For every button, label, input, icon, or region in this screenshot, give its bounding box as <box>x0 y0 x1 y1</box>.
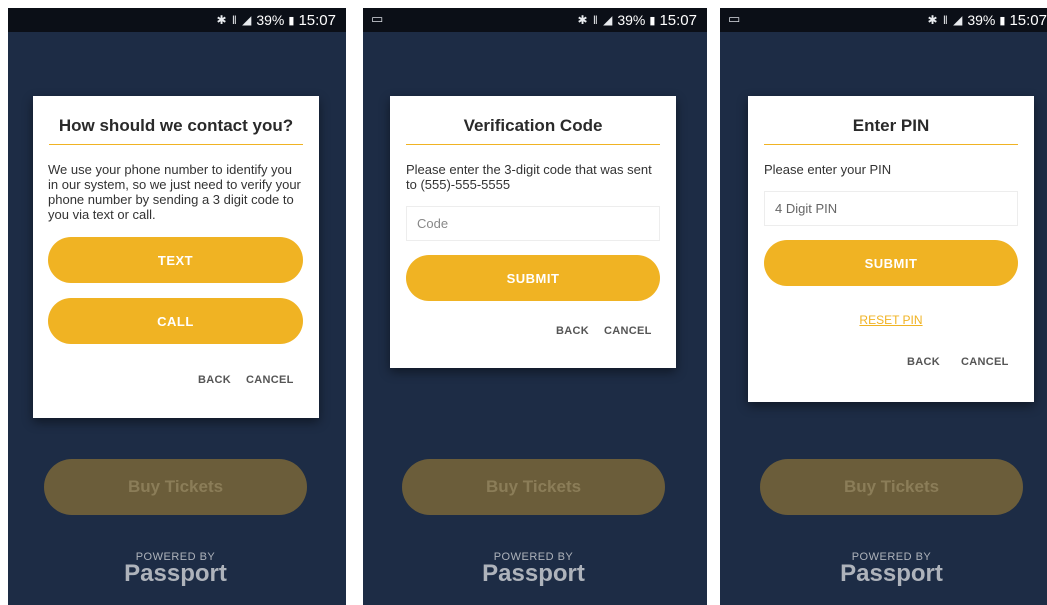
powered-by-logo: POWERED BY Passport <box>98 551 253 587</box>
status-icons: ✱ ‖ ◢ <box>927 13 964 27</box>
submit-button[interactable]: SUBMIT <box>764 240 1018 286</box>
phone-screen-contact: ✱ ‖ ◢ 39% ▮ 15:07 How should we contact … <box>8 8 346 605</box>
back-button[interactable]: BACK <box>556 325 589 337</box>
status-icons: ✱ ‖ ◢ <box>216 13 253 27</box>
dialog-title: Verification Code <box>463 116 603 135</box>
cancel-button[interactable]: CANCEL <box>246 374 294 386</box>
battery-icon: ▮ <box>999 14 1006 27</box>
cancel-button[interactable]: CANCEL <box>604 325 652 337</box>
status-time: 15:07 <box>298 11 336 29</box>
dialog-body-text: Please enter your PIN <box>764 162 892 177</box>
passport-brand: Passport <box>840 560 943 587</box>
title-divider <box>49 144 303 145</box>
buy-tickets-button[interactable]: Buy Tickets <box>760 459 1023 515</box>
dialog-title: Enter PIN <box>852 116 930 135</box>
call-button[interactable]: CALL <box>48 298 303 344</box>
title-divider <box>764 144 1018 145</box>
dialog-body-text: We use your phone number to identify you… <box>48 162 301 222</box>
back-button[interactable]: BACK <box>907 356 940 368</box>
contact-dialog: How should we contact you? We use your p… <box>33 96 319 418</box>
status-icons: ✱ ‖ ◢ <box>577 13 614 27</box>
screenshot-stage: ✱ ‖ ◢ 39% ▮ 15:07 How should we contact … <box>0 0 1047 605</box>
buy-tickets-button[interactable]: Buy Tickets <box>44 459 307 515</box>
submit-button[interactable]: SUBMIT <box>406 255 660 301</box>
battery-icon: ▮ <box>288 14 295 27</box>
battery-level: 39% <box>256 12 285 28</box>
dialog-body-text: Please enter the 3-digit code that was s… <box>406 162 652 192</box>
phone-screen-pin: ▭ ✱ ‖ ◢ 39% ▮ 15:07 Enter PIN Please ent… <box>720 8 1047 605</box>
reset-pin-link[interactable]: RESET PIN <box>748 313 1034 327</box>
pin-input[interactable]: 4 Digit PIN <box>764 191 1018 226</box>
passport-brand: Passport <box>482 560 585 587</box>
message-notification-icon: ▭ <box>371 11 384 26</box>
buy-tickets-button[interactable]: Buy Tickets <box>402 459 665 515</box>
dialog-title: How should we contact you? <box>58 116 294 135</box>
powered-by-logo: POWERED BY Passport <box>814 551 969 587</box>
back-button[interactable]: BACK <box>198 374 231 386</box>
message-notification-icon: ▭ <box>728 11 741 26</box>
battery-level: 39% <box>967 12 996 28</box>
phone-screen-verification: ▭ ✱ ‖ ◢ 39% ▮ 15:07 Verification Code Pl… <box>363 8 707 605</box>
status-bar: ▭ ✱ ‖ ◢ 39% ▮ 15:07 <box>363 8 707 32</box>
status-bar: ✱ ‖ ◢ 39% ▮ 15:07 <box>8 8 346 32</box>
title-divider <box>406 144 660 145</box>
pin-dialog: Enter PIN Please enter your PIN 4 Digit … <box>748 96 1034 402</box>
text-button[interactable]: TEXT <box>48 237 303 283</box>
code-input[interactable]: Code <box>406 206 660 241</box>
status-time: 15:07 <box>659 11 697 29</box>
powered-by-logo: POWERED BY Passport <box>456 551 611 587</box>
cancel-button[interactable]: CANCEL <box>961 356 1009 368</box>
battery-icon: ▮ <box>649 14 656 27</box>
passport-brand: Passport <box>124 560 227 587</box>
status-time: 15:07 <box>1009 11 1047 29</box>
status-bar: ▭ ✱ ‖ ◢ 39% ▮ 15:07 <box>720 8 1047 32</box>
verification-dialog: Verification Code Please enter the 3-dig… <box>390 96 676 368</box>
battery-level: 39% <box>617 12 646 28</box>
